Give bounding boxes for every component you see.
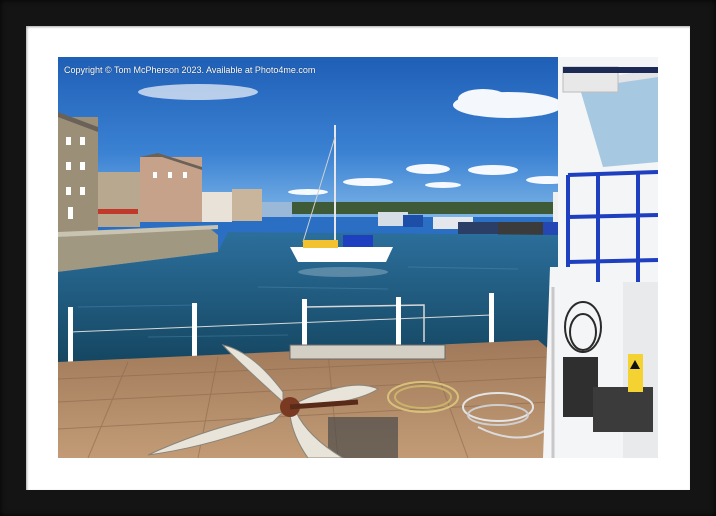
copyright-watermark: Copyright © Tom McPherson 2023. Availabl… [64,65,316,75]
boat-wheelhouse [543,57,658,458]
harbour-photo: Copyright © Tom McPherson 2023. Availabl… [58,57,658,458]
harbour-scene [58,57,658,458]
deck-hatch [289,344,446,360]
